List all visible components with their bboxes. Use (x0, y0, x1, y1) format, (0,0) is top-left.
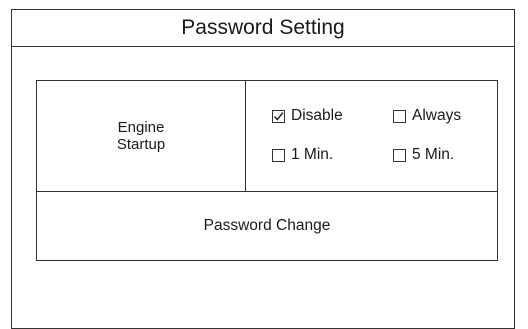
password-setting-window: Password Setting Engine Startup Disable … (11, 9, 515, 329)
checkbox-icon[interactable] (393, 148, 406, 162)
option-disable-label: Disable (291, 107, 343, 124)
option-always[interactable]: Always (393, 107, 461, 125)
option-disable[interactable]: Disable (272, 107, 343, 125)
engine-startup-label: Engine Startup (37, 81, 246, 191)
password-change-button[interactable]: Password Change (37, 191, 497, 260)
option-5-min-label: 5 Min. (412, 146, 455, 163)
option-5-min[interactable]: 5 Min. (393, 146, 454, 164)
option-always-label: Always (412, 107, 462, 124)
window-title: Password Setting (12, 10, 514, 47)
checkbox-icon[interactable] (393, 109, 406, 123)
checkbox-checked-icon[interactable] (272, 109, 285, 123)
engine-label-line2: Startup (116, 136, 166, 153)
option-1-min-label: 1 Min. (291, 146, 334, 163)
settings-panel: Engine Startup Disable Always 1 Min. 5 M… (36, 80, 498, 261)
engine-startup-options: Disable Always 1 Min. 5 Min. (246, 81, 497, 191)
option-1-min[interactable]: 1 Min. (272, 146, 333, 164)
engine-label-line1: Engine (117, 119, 165, 136)
checkbox-icon[interactable] (272, 148, 285, 162)
